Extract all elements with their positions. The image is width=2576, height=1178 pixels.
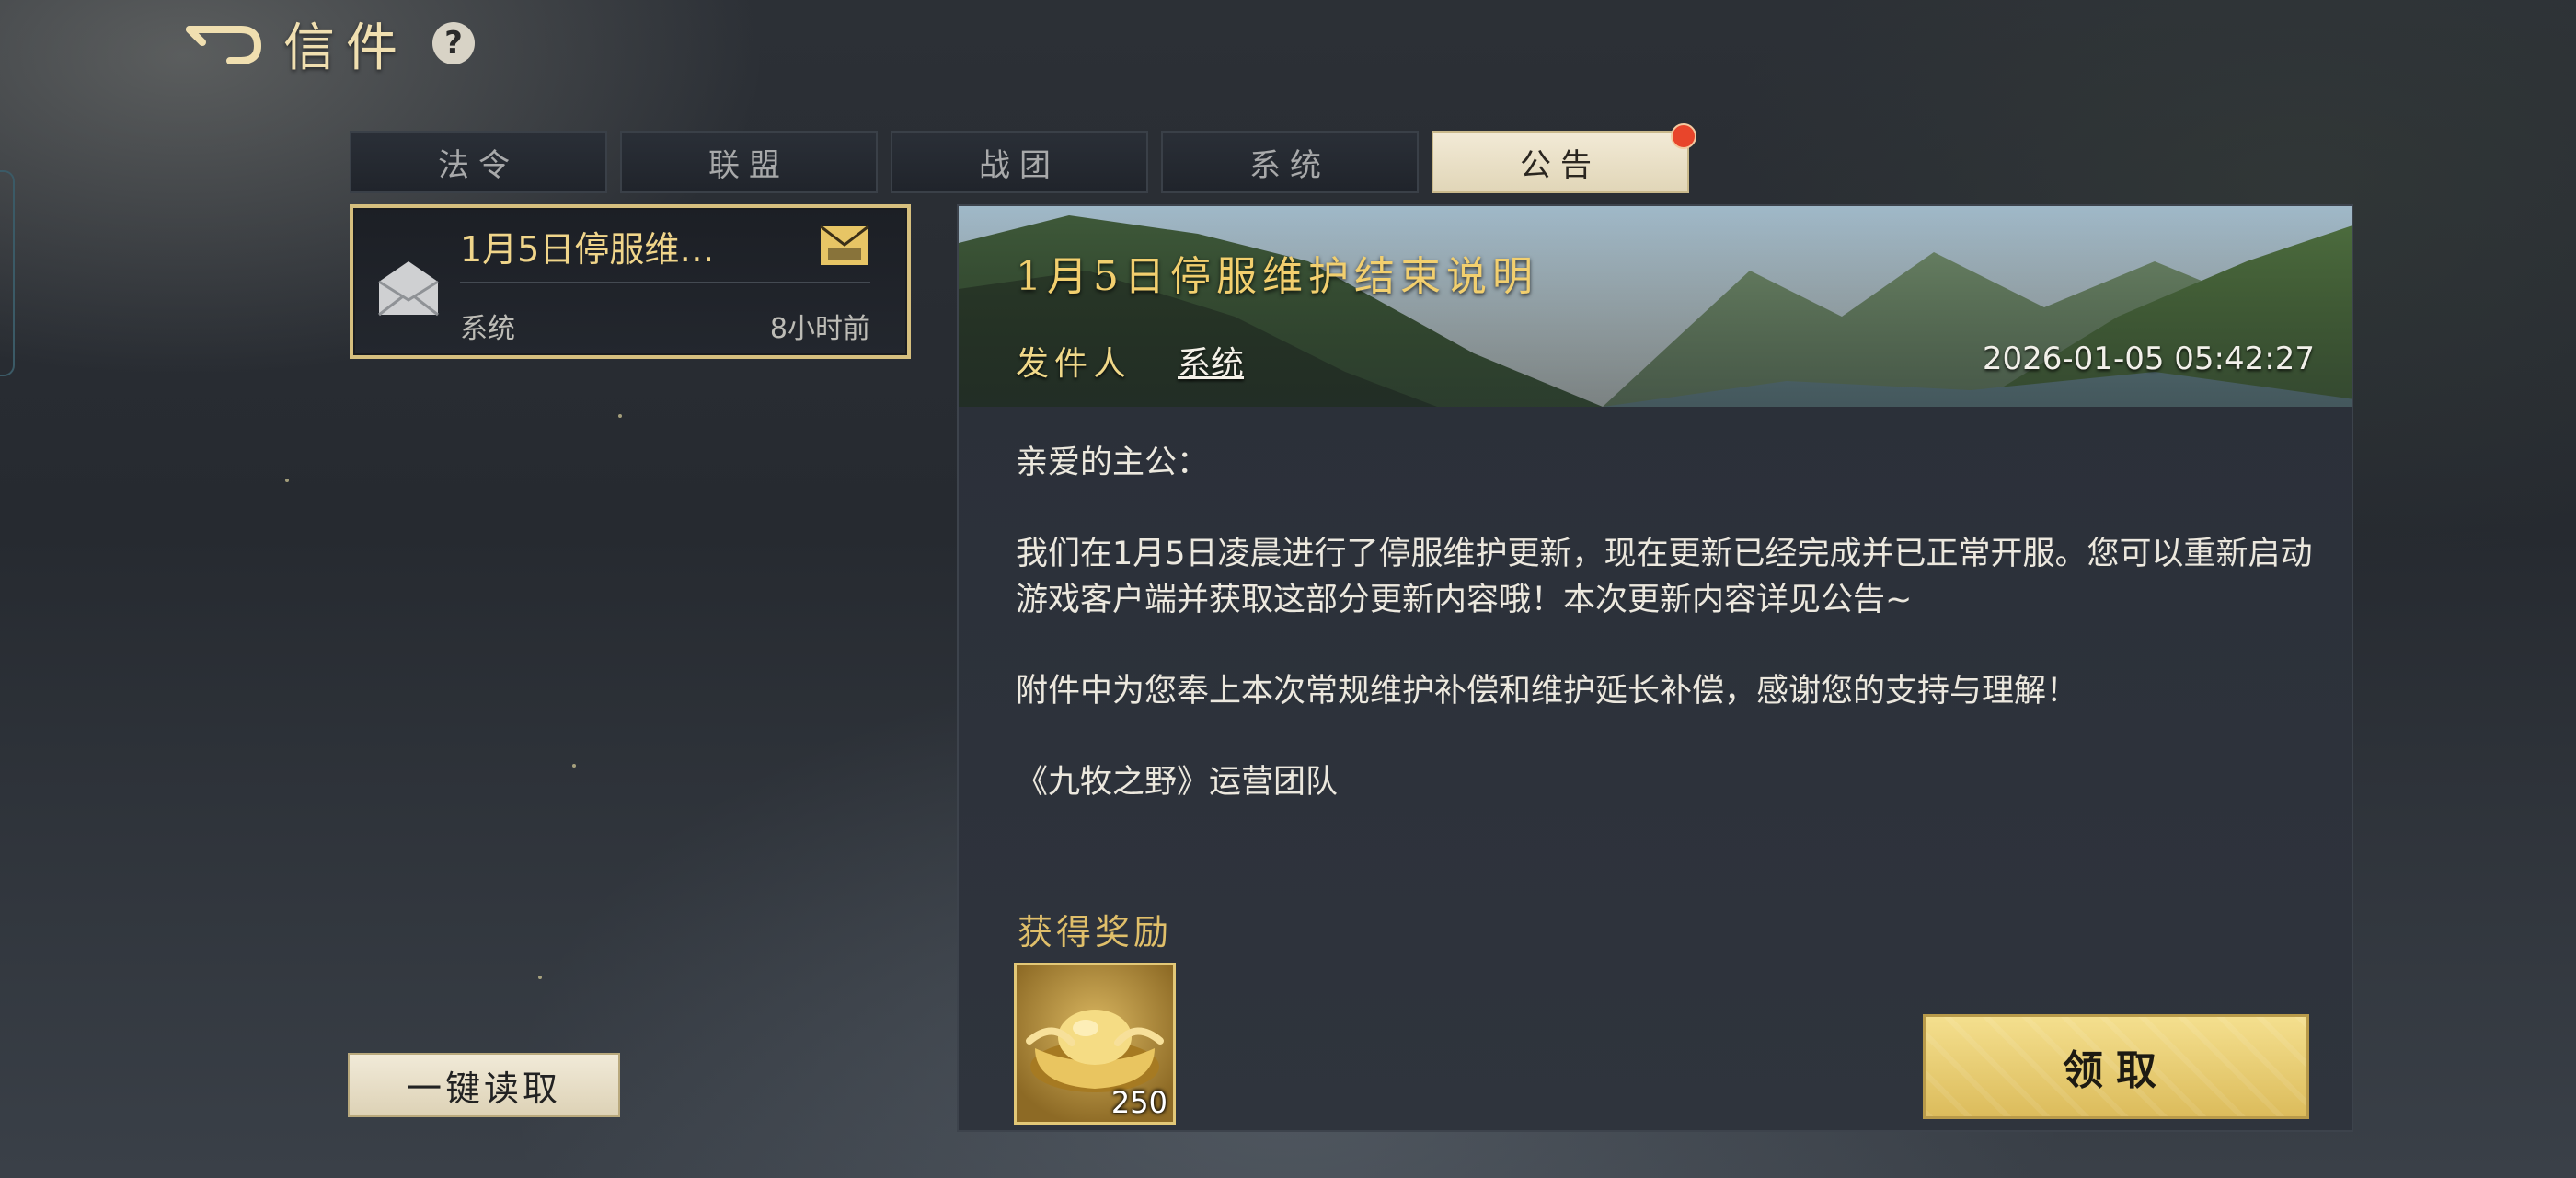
tab-decree[interactable]: 法令 (350, 131, 607, 193)
background-sparkle (572, 764, 576, 768)
mail-paragraph: 附件中为您奉上本次常规维护补偿和维护延长补偿，感谢您的支持与理解！ (1016, 673, 2079, 710)
mail-category-tabs: 法令 联盟 战团 系统 公告 (350, 123, 1696, 195)
background-sparkle (618, 414, 622, 418)
mail-subject: 1月5日停服维… (460, 229, 715, 270)
reward-item[interactable]: 250 (1014, 963, 1176, 1125)
notification-dot (1671, 123, 1696, 149)
mail-detail-panel: 1月5日停服维护结束说明 发件人 系统 2026-01-05 05:42:27 … (957, 204, 2353, 1132)
tab-system[interactable]: 系统 (1161, 131, 1419, 193)
mail-greeting: 亲爱的主公： (1016, 445, 1210, 481)
tab-announcement[interactable]: 公告 (1432, 123, 1696, 193)
open-mail-icon (819, 225, 870, 267)
background-sparkle (538, 976, 542, 979)
mail-title: 1月5日停服维护结束说明 (1016, 253, 1538, 300)
help-icon[interactable]: ? (432, 22, 475, 64)
sender-label: 发件人 (1016, 345, 1133, 383)
mail-banner: 1月5日停服维护结束说明 发件人 系统 2026-01-05 05:42:27 (959, 206, 2352, 407)
tab-alliance[interactable]: 联盟 (620, 131, 878, 193)
background-sparkle (285, 479, 289, 482)
reward-label: 获得奖励 (1018, 912, 1173, 953)
page-title: 信件 (283, 17, 408, 78)
reward-count: 250 (1110, 1085, 1167, 1120)
envelope-icon (375, 254, 442, 320)
back-arrow-icon[interactable] (184, 16, 267, 71)
mail-signature: 《九牧之野》运营团队 (1016, 764, 1339, 801)
mail-body: 亲爱的主公： 我们在1月5日凌晨进行了停服维护更新，现在更新已经完成并已正常开服… (1016, 440, 2322, 850)
tab-announcement-label: 公告 (1520, 146, 1601, 184)
read-all-button[interactable]: 一键读取 (348, 1053, 620, 1117)
side-edge-handle[interactable] (0, 170, 15, 376)
mail-list-item[interactable]: 1月5日停服维… 系统 8小时前 (350, 204, 911, 359)
tab-legion[interactable]: 战团 (891, 131, 1148, 193)
sender-link[interactable]: 系统 (1178, 337, 1244, 385)
divider (460, 282, 870, 283)
mail-paragraph: 我们在1月5日凌晨进行了停服维护更新，现在更新已经完成并已正常开服。您可以重新启… (1016, 536, 2313, 618)
mail-sender: 系统 (460, 313, 515, 345)
header: 信件 ? (184, 11, 475, 78)
mail-date: 2026-01-05 05:42:27 (1982, 341, 2315, 377)
mail-time: 8小时前 (769, 313, 870, 345)
claim-button[interactable]: 领取 (1923, 1014, 2309, 1119)
